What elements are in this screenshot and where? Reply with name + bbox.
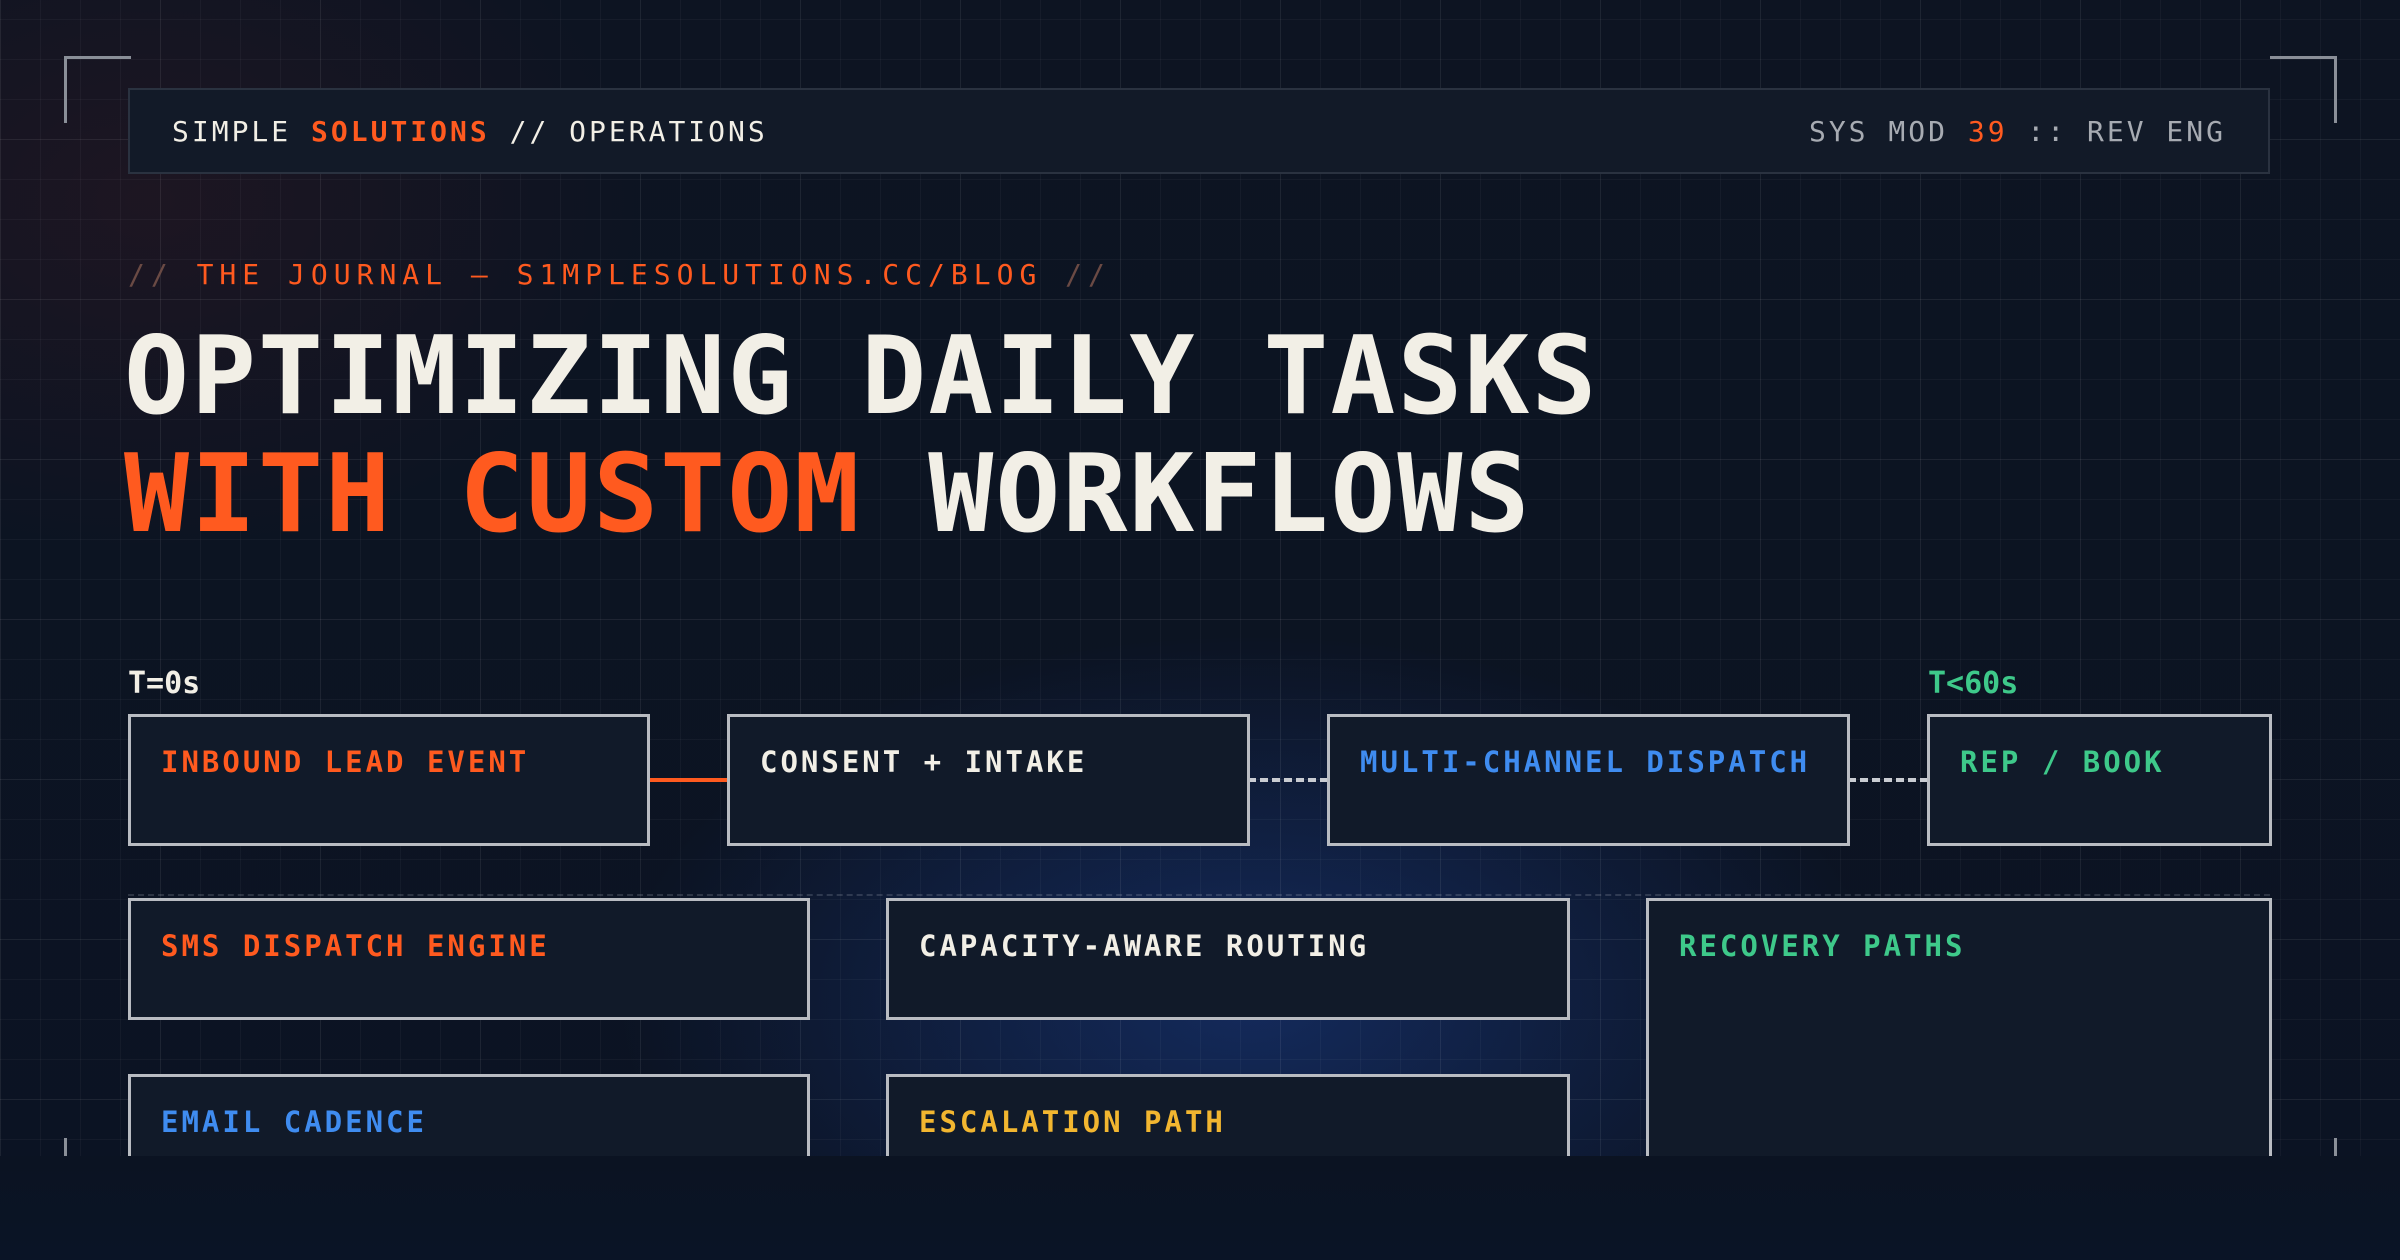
step-label: INBOUND LEAD EVENT xyxy=(161,745,530,779)
module-label: ESCALATION PATH xyxy=(919,1105,1226,1139)
module-capacity-aware-routing: CAPACITY-AWARE ROUTING xyxy=(886,898,1570,1020)
brand-section: // OPERATIONS xyxy=(509,114,768,148)
module-label: SMS DISPATCH ENGINE xyxy=(161,929,550,963)
section-divider xyxy=(128,894,2270,896)
connector-solid xyxy=(648,778,728,782)
bottom-band xyxy=(0,1156,2400,1260)
module-sms-dispatch-engine: SMS DISPATCH ENGINE xyxy=(128,898,810,1020)
module-label: EMAIL CADENCE xyxy=(161,1105,427,1139)
connector-dashed xyxy=(1848,778,1928,782)
sys-prefix: SYS MOD xyxy=(1808,114,1948,148)
kicker-close-slashes: // xyxy=(1065,258,1111,291)
kicker-text: THE JOURNAL — S1MPLESOLUTIONS.CC/BLOG xyxy=(196,258,1043,291)
step-rep-book: REP / BOOK xyxy=(1927,714,2272,846)
page-title: OPTIMIZING DAILY TASKS WITH CUSTOM WORKF… xyxy=(124,318,1598,554)
module-label: CAPACITY-AWARE ROUTING xyxy=(919,929,1370,963)
timeline-start-label: T=0s xyxy=(128,666,201,701)
top-bar: SIMPLE SOLUTIONS // OPERATIONS SYS MOD 3… xyxy=(128,88,2270,174)
step-label: CONSENT + INTAKE xyxy=(760,745,1088,779)
title-line-2: WITH CUSTOM WORKFLOWS xyxy=(124,436,1598,554)
step-label: REP / BOOK xyxy=(1960,745,2165,779)
corner-bracket-top-left xyxy=(64,56,131,123)
sys-suffix: :: REV ENG xyxy=(2027,114,2226,148)
system-status: SYS MOD 39 :: REV ENG xyxy=(1809,115,2226,148)
step-label: MULTI-CHANNEL DISPATCH xyxy=(1360,745,1811,779)
title-rest: WORKFLOWS xyxy=(928,432,1532,557)
timeline-end-label: T<60s xyxy=(1928,666,2019,701)
sys-number: 39 xyxy=(1967,114,2008,148)
brand-title: SIMPLE SOLUTIONS // OPERATIONS xyxy=(172,115,768,148)
title-accent: WITH CUSTOM xyxy=(124,432,862,557)
brand-word-simple: SIMPLE xyxy=(172,114,292,148)
connector-dashed xyxy=(1248,778,1328,782)
kicker-open-slashes: // xyxy=(128,258,174,291)
module-recovery-paths: RECOVERY PATHS xyxy=(1646,898,2272,1188)
step-consent-intake: CONSENT + INTAKE xyxy=(727,714,1250,846)
module-label: RECOVERY PATHS xyxy=(1679,929,1966,963)
title-line-1: OPTIMIZING DAILY TASKS xyxy=(124,314,1599,439)
corner-bracket-top-right xyxy=(2270,56,2337,123)
journal-kicker: // THE JOURNAL — S1MPLESOLUTIONS.CC/BLOG… xyxy=(128,258,1111,291)
step-inbound-lead-event: INBOUND LEAD EVENT xyxy=(128,714,650,846)
step-multi-channel-dispatch: MULTI-CHANNEL DISPATCH xyxy=(1327,714,1850,846)
brand-word-solutions: SOLUTIONS xyxy=(311,114,490,148)
